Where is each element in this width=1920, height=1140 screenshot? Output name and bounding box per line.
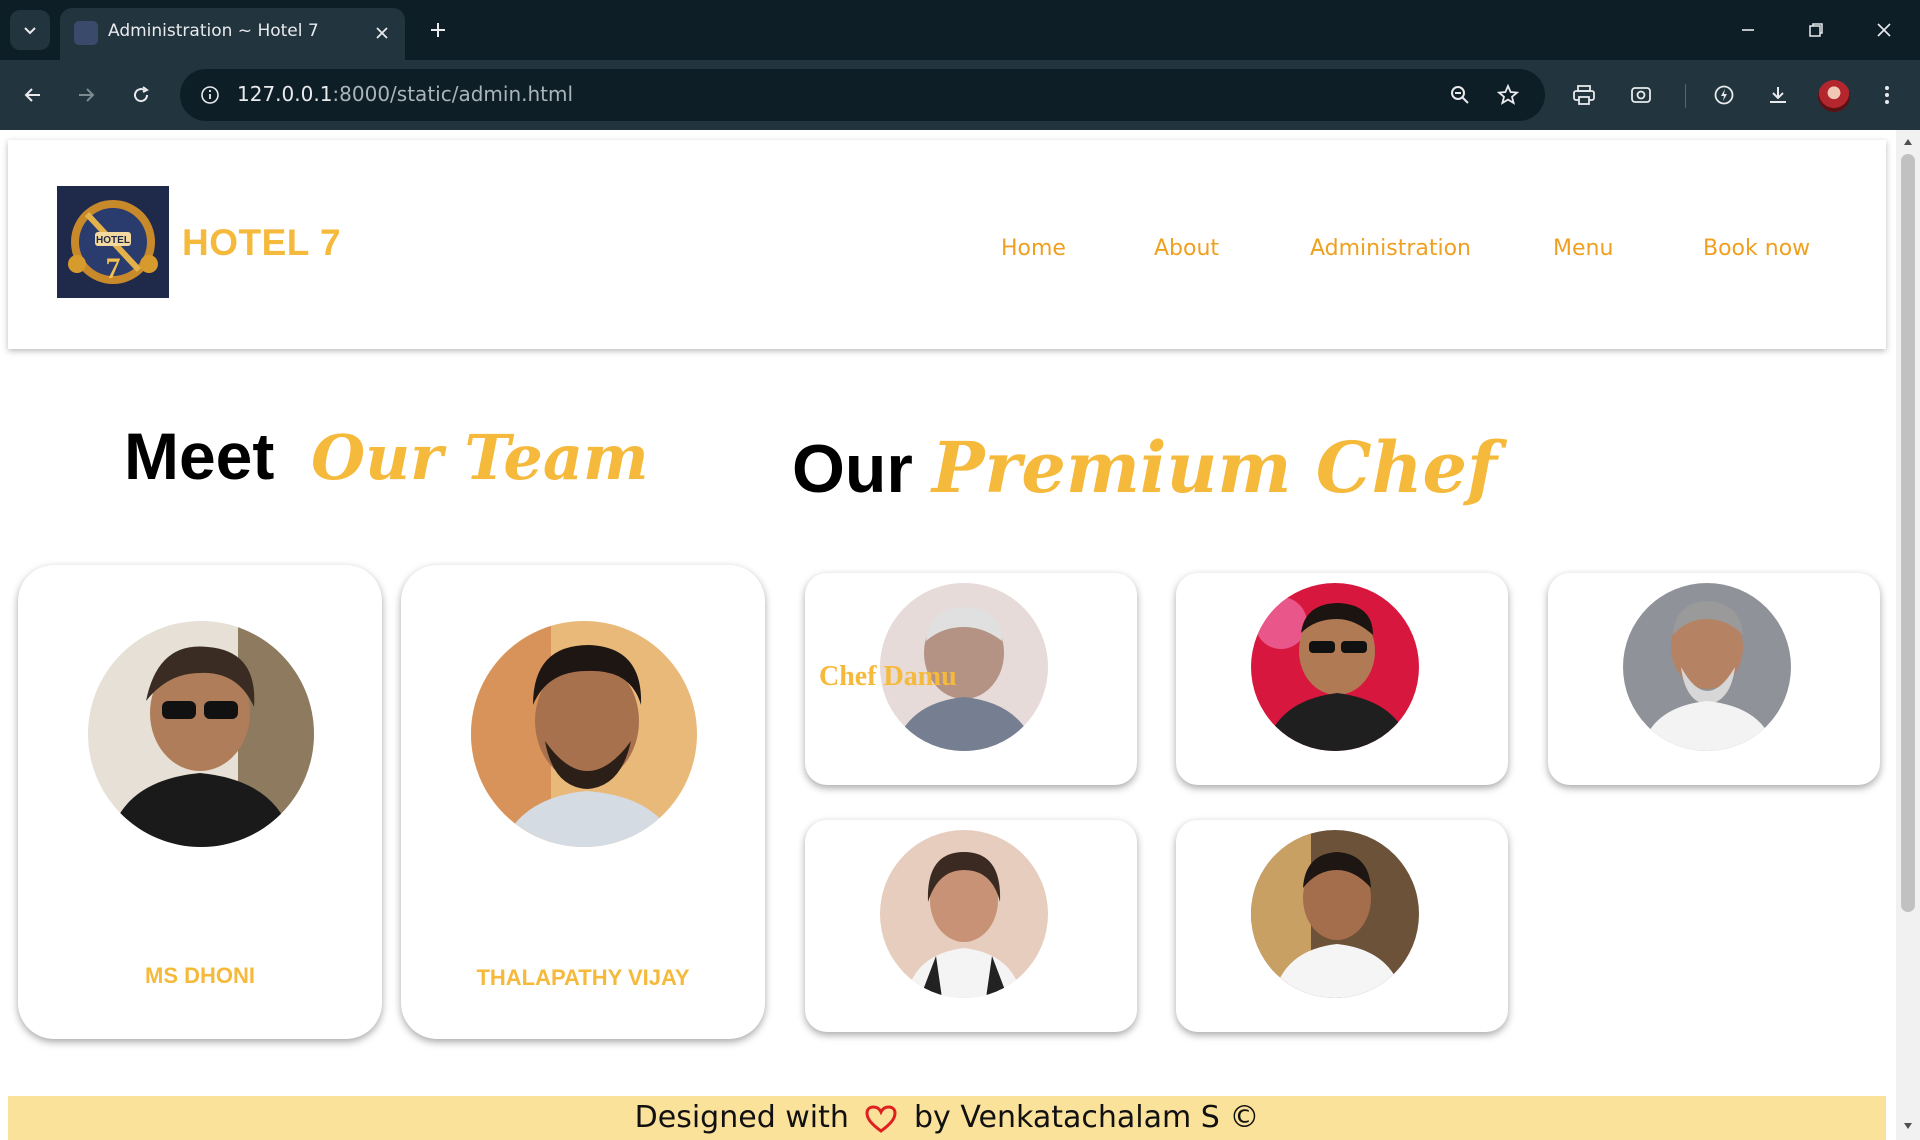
site-info-button[interactable] — [192, 77, 228, 113]
chef-heading-plain: Our — [792, 431, 913, 507]
chef-heading-accent: Premium Chef — [931, 426, 1498, 509]
nav-about[interactable]: About — [1154, 236, 1219, 261]
page-viewport: HOTEL 7 HOTEL 7 Home About Administratio… — [0, 130, 1920, 1140]
scroll-up-arrow[interactable] — [1902, 136, 1914, 148]
team-member-photo — [471, 621, 697, 847]
team-member-photo — [88, 621, 314, 847]
browser-tab-strip: Administration ~ Hotel 7 — [0, 0, 1920, 60]
plus-icon — [431, 23, 445, 37]
print-button[interactable] — [1563, 74, 1605, 116]
arrow-left-icon — [24, 88, 40, 102]
chevron-down-icon — [24, 27, 36, 35]
restore-icon — [1809, 23, 1823, 37]
chef-card[interactable] — [1176, 573, 1508, 785]
chef-photo-icon — [1251, 830, 1419, 998]
team-card-dhoni[interactable]: MS DHONI — [18, 565, 382, 1039]
screenshot-button[interactable] — [1620, 74, 1662, 116]
team-heading: Meet Our Team — [124, 418, 649, 494]
team-heading-accent: Our Team — [311, 421, 649, 494]
address-bar[interactable]: 127.0.0.1:8000/static/admin.html — [180, 69, 1545, 121]
heart-icon — [865, 1104, 897, 1133]
tab-title: Administration ~ Hotel 7 — [108, 21, 319, 41]
close-icon — [376, 27, 388, 39]
site-footer: Designed with by Venkatachalam S © — [8, 1096, 1886, 1140]
info-icon — [201, 86, 219, 104]
footer-suffix: by Venkatachalam S © — [914, 1100, 1260, 1135]
chef-photo-icon — [1251, 583, 1419, 751]
chef-photo — [880, 830, 1048, 998]
kebab-menu-icon — [1885, 86, 1889, 104]
site-header: HOTEL 7 HOTEL 7 Home About Administratio… — [8, 140, 1886, 349]
nav-administration[interactable]: Administration — [1310, 236, 1471, 261]
favicon-icon — [74, 21, 98, 45]
camera-icon — [1631, 87, 1651, 103]
downloads-button[interactable] — [1757, 74, 1799, 116]
triangle-down-icon — [1904, 1123, 1912, 1129]
close-window-button[interactable] — [1862, 8, 1906, 52]
chef-photo-icon — [880, 830, 1048, 998]
chef-photo — [1623, 583, 1791, 751]
close-window-icon — [1877, 23, 1891, 37]
team-member-name: MS DHONI — [145, 963, 255, 988]
team-member-name: THALAPATHY VIJAY — [476, 965, 690, 990]
chef-heading: Our Premium Chef — [792, 426, 1497, 509]
active-tab[interactable]: Administration ~ Hotel 7 — [60, 8, 405, 60]
reload-button[interactable] — [120, 74, 162, 116]
svg-text:7: 7 — [106, 252, 121, 285]
chef-photo-icon — [1623, 583, 1791, 751]
chef-photo — [1251, 830, 1419, 998]
chef-card[interactable] — [1176, 820, 1508, 1032]
star-icon — [1497, 84, 1519, 105]
new-tab-button[interactable] — [420, 12, 456, 48]
toolbar-divider — [1685, 84, 1686, 108]
tab-search-button[interactable] — [10, 10, 50, 50]
footer-text: Designed with by Venkatachalam S © — [635, 1100, 1260, 1135]
energy-saver-icon — [1714, 85, 1734, 105]
zoom-button[interactable] — [1442, 77, 1478, 113]
scrollbar-thumb[interactable] — [1901, 154, 1915, 912]
chef-name-label: Chef Damu — [819, 661, 957, 692]
minimize-button[interactable] — [1726, 8, 1770, 52]
url-path: :8000/static/admin.html — [332, 82, 574, 106]
zoom-out-icon — [1451, 86, 1469, 104]
team-heading-plain: Meet — [124, 419, 275, 493]
minimize-icon — [1742, 29, 1754, 31]
triangle-up-icon — [1904, 139, 1912, 145]
bookmark-button[interactable] — [1490, 77, 1526, 113]
chef-card[interactable] — [1548, 573, 1880, 785]
restore-button[interactable] — [1794, 8, 1838, 52]
download-icon — [1770, 87, 1786, 103]
hotel-7-logo-icon: HOTEL 7 — [57, 186, 169, 298]
team-card-vijay[interactable]: THALAPATHY VIJAY — [401, 565, 765, 1039]
profile-avatar[interactable] — [1818, 80, 1850, 112]
chef-card[interactable] — [805, 820, 1137, 1032]
brand-name[interactable]: HOTEL 7 — [182, 222, 341, 264]
printer-icon — [1573, 85, 1595, 105]
performance-button[interactable] — [1703, 74, 1745, 116]
url-host: 127.0.0.1 — [237, 82, 333, 106]
chef-card[interactable]: Chef Damu — [805, 573, 1137, 785]
reload-icon — [134, 86, 149, 103]
browser-menu-button[interactable] — [1866, 74, 1908, 116]
nav-home[interactable]: Home — [1001, 236, 1066, 261]
back-button[interactable] — [12, 74, 54, 116]
nav-menu[interactable]: Menu — [1553, 236, 1613, 261]
scroll-down-arrow[interactable] — [1902, 1120, 1914, 1132]
nav-book-now[interactable]: Book now — [1703, 236, 1810, 261]
svg-text:HOTEL: HOTEL — [96, 235, 130, 246]
page-scrollbar[interactable] — [1896, 130, 1920, 1140]
person-photo-icon — [471, 621, 697, 847]
footer-prefix: Designed with — [634, 1100, 849, 1135]
browser-toolbar: 127.0.0.1:8000/static/admin.html — [0, 60, 1920, 130]
chef-photo — [1251, 583, 1419, 751]
person-photo-icon — [88, 621, 314, 847]
arrow-right-icon — [79, 88, 95, 102]
forward-button[interactable] — [65, 74, 107, 116]
hotel-logo[interactable]: HOTEL 7 — [57, 186, 169, 298]
close-tab-button[interactable] — [369, 20, 395, 46]
url-text: 127.0.0.1:8000/static/admin.html — [237, 82, 573, 106]
